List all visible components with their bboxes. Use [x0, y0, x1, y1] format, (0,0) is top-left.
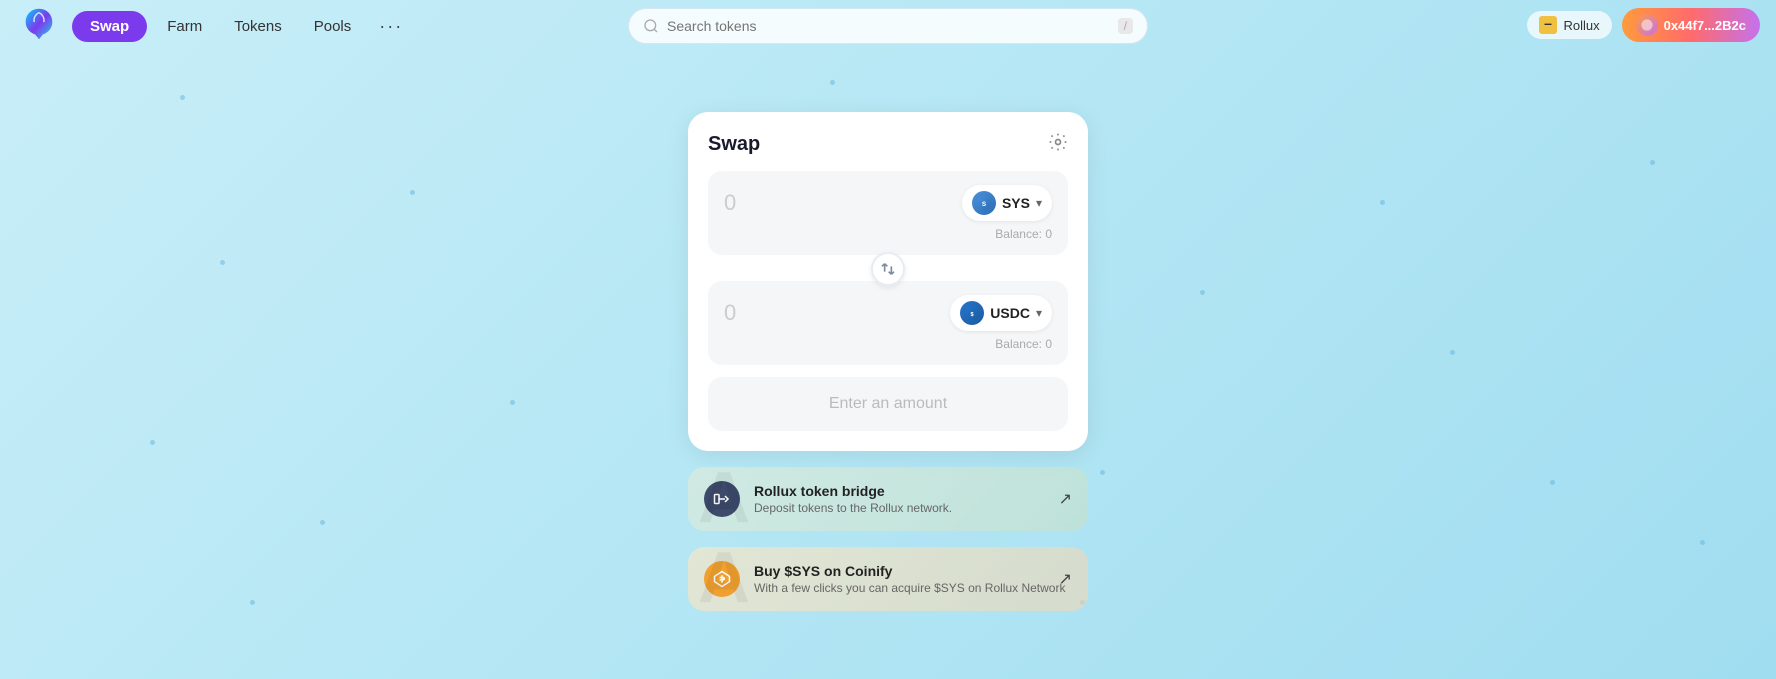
search-slash: /	[1118, 18, 1133, 34]
farm-nav-button[interactable]: Farm	[155, 11, 214, 42]
swap-card-title: Swap	[708, 133, 760, 156]
to-token-chevron-icon: ▾	[1036, 306, 1042, 320]
sys-token-icon: S	[972, 191, 996, 215]
tokens-nav-button[interactable]: Tokens	[222, 11, 294, 42]
coinify-card-text: Buy $SYS on Coinify With a few clicks yo…	[754, 563, 1065, 595]
usdc-token-icon: $	[960, 301, 984, 325]
search-icon	[643, 18, 659, 34]
swap-card: Swap 0 S	[688, 112, 1088, 451]
bridge-card-description: Deposit tokens to the Rollux network.	[754, 501, 952, 515]
nav-right: Rollux 0x44f7...2B2c	[1527, 8, 1760, 42]
wallet-address: 0x44f7...2B2c	[1664, 18, 1746, 33]
coinify-card-title: Buy $SYS on Coinify	[754, 563, 1065, 579]
swap-card-header: Swap	[708, 132, 1068, 157]
gear-icon	[1048, 132, 1068, 152]
from-amount: 0	[724, 190, 736, 216]
settings-button[interactable]	[1048, 132, 1068, 157]
network-badge[interactable]: Rollux	[1527, 11, 1611, 39]
swap-divider	[708, 253, 1068, 285]
main-content: Swap 0 S	[0, 52, 1776, 679]
network-icon	[1539, 16, 1557, 34]
logo	[20, 5, 64, 48]
navbar: Swap Farm Tokens Pools ··· / Rollux	[0, 0, 1776, 52]
bridge-info-card[interactable]: A Rollux token bridge Deposit tokens to …	[688, 467, 1088, 531]
pools-nav-button[interactable]: Pools	[302, 11, 364, 42]
to-token-name: USDC	[990, 305, 1030, 321]
bridge-icon	[704, 481, 740, 517]
swap-direction-button[interactable]	[871, 252, 905, 286]
from-token-name: SYS	[1002, 195, 1030, 211]
wallet-badge[interactable]: 0x44f7...2B2c	[1622, 8, 1760, 42]
wallet-avatar	[1636, 14, 1658, 36]
to-amount: 0	[724, 300, 736, 326]
from-token-selector[interactable]: S SYS ▾	[962, 185, 1052, 221]
enter-amount-button[interactable]: Enter an amount	[708, 377, 1068, 431]
coinify-icon	[704, 561, 740, 597]
swap-arrows-icon	[880, 261, 896, 277]
to-token-box: 0 $	[708, 281, 1068, 365]
search-bar: /	[628, 8, 1148, 44]
search-input[interactable]	[667, 18, 1110, 34]
bridge-card-text: Rollux token bridge Deposit tokens to th…	[754, 483, 952, 515]
more-nav-button[interactable]: ···	[371, 9, 411, 44]
bridge-card-arrow-icon: ↗	[1059, 489, 1072, 509]
from-token-box: 0 S	[708, 171, 1068, 255]
to-token-selector[interactable]: $ USDC ▾	[950, 295, 1052, 331]
to-balance: Balance: 0	[724, 337, 1052, 351]
from-token-chevron-icon: ▾	[1036, 196, 1042, 210]
from-balance: Balance: 0	[724, 227, 1052, 241]
coinify-info-card[interactable]: A Buy $SYS on Coinify With a few clicks …	[688, 547, 1088, 611]
bridge-card-title: Rollux token bridge	[754, 483, 952, 499]
coinify-card-description: With a few clicks you can acquire $SYS o…	[754, 581, 1065, 595]
coinify-card-arrow-icon: ↗	[1059, 569, 1072, 589]
network-label: Rollux	[1563, 18, 1599, 33]
svg-text:S: S	[982, 201, 987, 208]
swap-nav-button[interactable]: Swap	[72, 11, 147, 42]
